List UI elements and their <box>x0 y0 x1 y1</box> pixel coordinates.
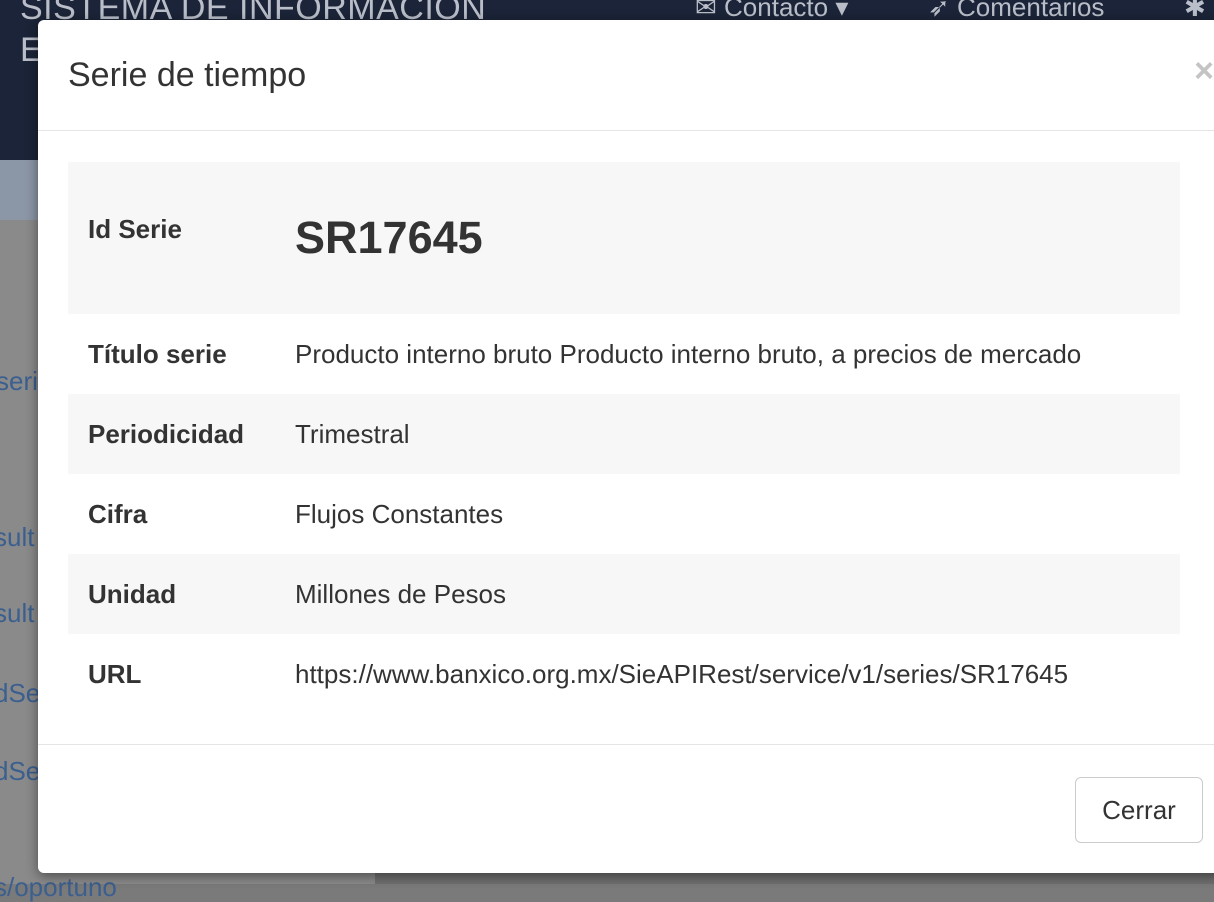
row-label: Cifra <box>88 498 148 529</box>
nav-contacto-label: Contacto ▾ <box>724 0 849 22</box>
background-link[interactable]: seri <box>0 366 38 396</box>
table-row-cifra: Cifra Flujos Constantes <box>68 474 1180 554</box>
table-row-periodicidad: Periodicidad Trimestral <box>68 394 1180 474</box>
series-details-table: Id Serie SR17645 Título serie Producto i… <box>68 162 1180 714</box>
series-id-value: SR17645 <box>295 212 483 263</box>
row-value: Millones de Pesos <box>295 578 506 609</box>
row-label: Unidad <box>88 578 177 609</box>
background-link[interactable]: sult <box>0 598 34 628</box>
modal-title: Serie de tiempo <box>68 56 307 94</box>
cerrar-button[interactable]: Cerrar <box>1075 777 1203 843</box>
series-modal: Serie de tiempo × Id Serie SR17645 Títul… <box>38 20 1214 873</box>
series-url-value: https://www.banxico.org.mx/SieAPIRest/se… <box>295 658 1069 689</box>
row-value: Producto interno bruto Producto interno … <box>295 338 1082 369</box>
background-link[interactable]: s/oportuno <box>0 872 117 902</box>
table-row-titulo: Título serie Producto interno bruto Prod… <box>68 314 1180 394</box>
row-label: Título serie <box>88 338 227 369</box>
nav-comentarios-label: Comentarios <box>957 0 1105 22</box>
modal-body: Id Serie SR17645 Título serie Producto i… <box>68 162 1180 714</box>
paper-plane-icon: ➶ <box>928 0 950 22</box>
background-link[interactable]: sult <box>0 522 34 552</box>
row-label: Id Serie <box>88 213 182 244</box>
row-label: URL <box>88 658 142 689</box>
table-row-unidad: Unidad Millones de Pesos <box>68 554 1180 634</box>
modal-footer: Cerrar <box>38 744 1214 873</box>
modal-header: Serie de tiempo × <box>38 20 1214 131</box>
envelope-icon: ✉ <box>695 0 717 22</box>
row-value: Trimestral <box>295 418 410 449</box>
background-link[interactable]: dSe <box>0 756 40 786</box>
close-icon[interactable]: × <box>1194 54 1214 88</box>
table-row-url: URL https://www.banxico.org.mx/SieAPIRes… <box>68 634 1180 714</box>
row-value: Flujos Constantes <box>295 498 504 529</box>
row-label: Periodicidad <box>88 418 245 449</box>
background-link[interactable]: dSe <box>0 678 40 708</box>
table-row-id-serie: Id Serie SR17645 <box>68 162 1180 314</box>
